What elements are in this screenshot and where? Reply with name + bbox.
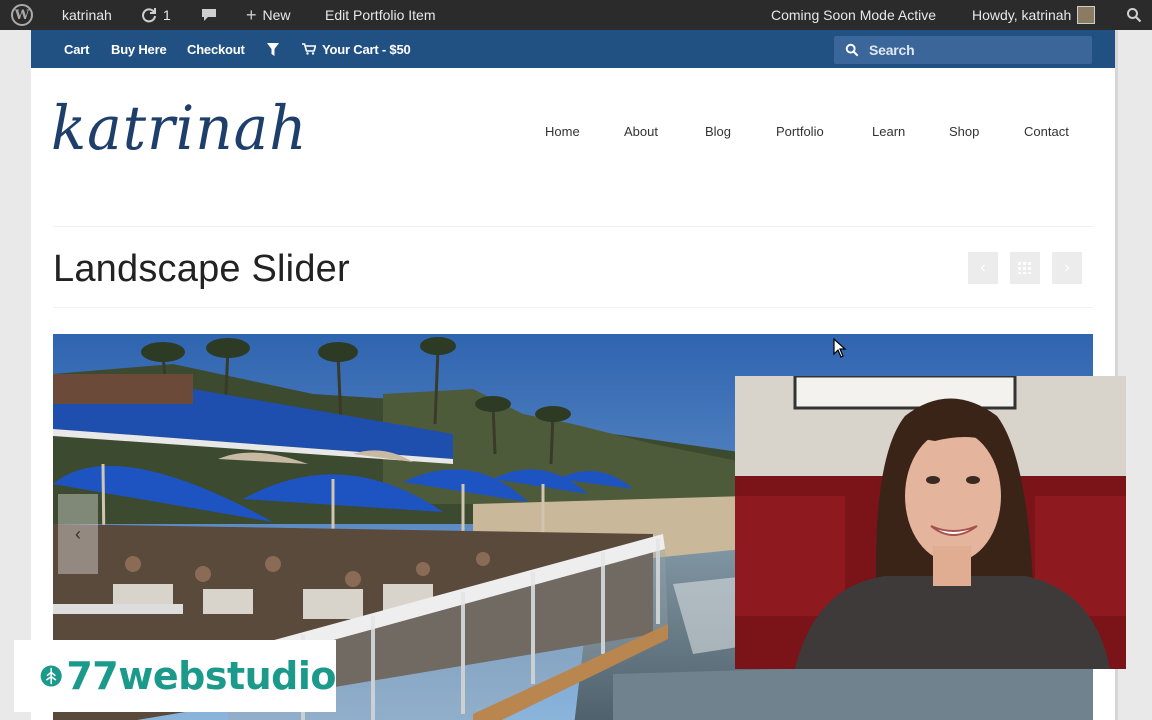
chevron-right-icon: › (1064, 259, 1070, 276)
comment-icon (202, 9, 216, 21)
grid-view-button[interactable] (1010, 252, 1040, 284)
nav-contact[interactable]: Contact (1024, 124, 1069, 139)
nav-blog[interactable]: Blog (705, 124, 731, 139)
cart-link[interactable]: Cart (64, 30, 89, 68)
nav-shop[interactable]: Shop (949, 124, 979, 139)
nav-about[interactable]: About (624, 124, 658, 139)
avatar (1077, 6, 1096, 24)
admin-edit-portfolio-item[interactable]: Edit Portfolio Item (325, 0, 436, 30)
admin-bar: W katrinah 1 + New Edit Portfolio Item C… (0, 0, 1152, 30)
admin-comments[interactable] (201, 0, 217, 30)
presenter-video (735, 376, 1126, 669)
search-icon (1127, 8, 1142, 23)
slider-prev-button[interactable]: ‹ (58, 494, 98, 574)
studio-name: 77webstudio (66, 654, 336, 698)
admin-search-icon[interactable] (1126, 0, 1142, 30)
admin-updates[interactable]: 1 (141, 0, 171, 30)
buy-here-link[interactable]: Buy Here (111, 30, 167, 68)
wordpress-logo-icon[interactable]: W (11, 0, 33, 30)
chevron-left-icon: ‹ (980, 259, 986, 276)
checkout-link[interactable]: Checkout (187, 30, 245, 68)
nav-learn[interactable]: Learn (872, 124, 905, 139)
tree-logo-icon (40, 665, 62, 687)
header-divider (53, 226, 1093, 227)
admin-howdy[interactable]: Howdy, katrinah (972, 0, 1096, 30)
nav-home[interactable]: Home (545, 124, 580, 139)
presenter-webcam (735, 376, 1126, 669)
studio-watermark: 77webstudio (14, 640, 336, 712)
title-divider (53, 307, 1093, 308)
admin-site-name[interactable]: katrinah (62, 0, 112, 30)
next-item-button[interactable]: › (1052, 252, 1082, 284)
mouse-cursor-icon (833, 338, 847, 358)
refresh-icon (142, 8, 156, 23)
site-logo[interactable]: katrinah (51, 92, 308, 163)
chevron-left-icon: ‹ (75, 523, 81, 544)
funnel-icon (267, 42, 279, 56)
grid-icon (1018, 262, 1031, 274)
search-input[interactable]: Search (834, 36, 1092, 64)
page-title: Landscape Slider (53, 248, 350, 290)
nav-portfolio[interactable]: Portfolio (776, 124, 824, 139)
admin-new[interactable]: + New (246, 0, 291, 30)
plus-icon: + (246, 4, 257, 25)
filter-icon[interactable] (267, 30, 279, 68)
admin-coming-soon[interactable]: Coming Soon Mode Active (771, 0, 936, 30)
your-cart-link[interactable]: Your Cart - $50 (302, 30, 411, 68)
prev-item-button[interactable]: ‹ (968, 252, 998, 284)
search-icon (845, 43, 859, 57)
shop-bar: Cart Buy Here Checkout Your Cart - $50 S… (31, 30, 1115, 68)
cart-icon (302, 43, 316, 55)
